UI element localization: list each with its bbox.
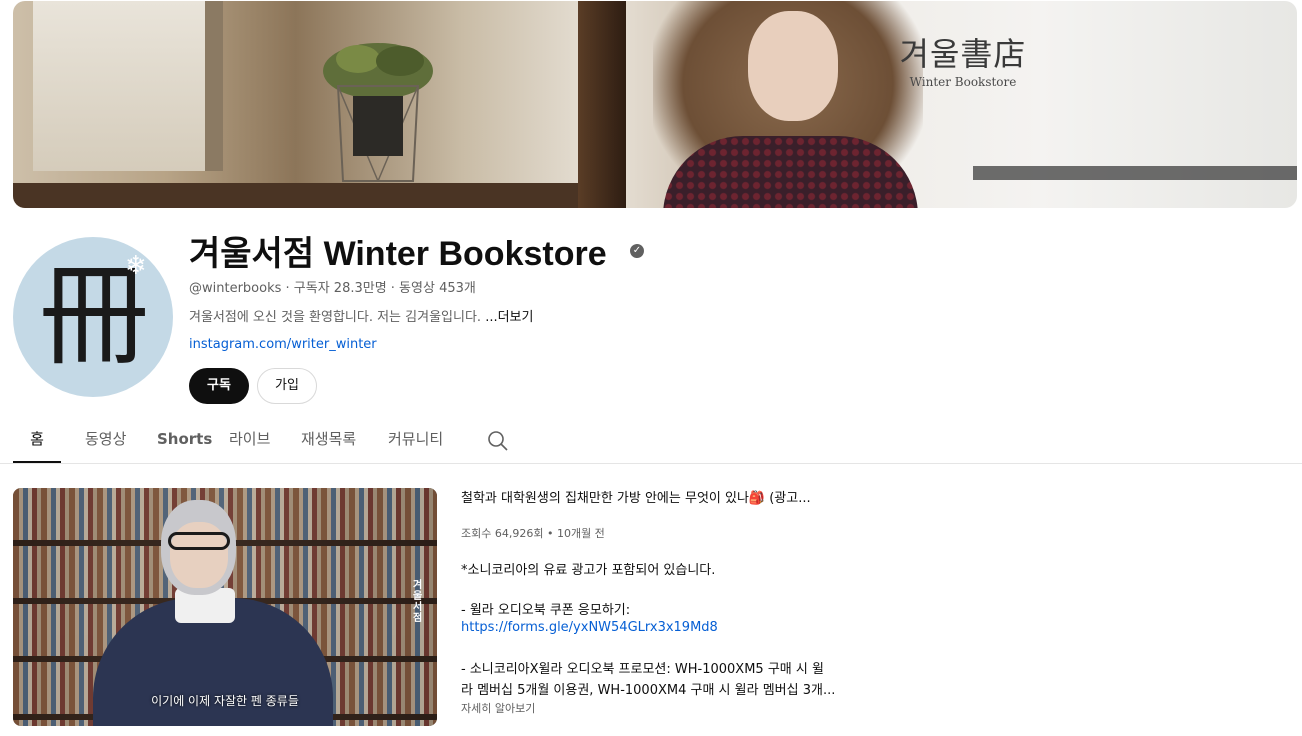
featured-video-title[interactable]: 철학과 대학원생의 집채만한 가방 안에는 무엇이 있나🎒 (광고...: [461, 487, 861, 506]
search-icon[interactable]: [487, 430, 509, 452]
video-desc-line: - 소니코리아X윌라 오디오북 프로모션: WH-1000XM5 구매 시 윌: [461, 662, 824, 677]
plant-pot-image: [323, 43, 433, 182]
thumbnail-glasses: [168, 532, 230, 550]
banner-title-en: Winter Bookstore: [909, 75, 1017, 89]
channel-link[interactable]: instagram.com/writer_winter: [189, 337, 377, 352]
banner-window: [33, 1, 223, 171]
video-desc-line: 라 멤버십 5개월 이용권, WH-1000XM4 구매 시 윌라 멤버십 3개…: [461, 683, 836, 698]
channel-avatar[interactable]: 冊 ❄: [13, 237, 173, 397]
tab-home[interactable]: 홈: [13, 420, 61, 463]
verified-check-icon: ✓: [630, 244, 644, 258]
video-desc-line: - 윌라 오디오북 쿠폰 응모하기:: [461, 603, 631, 618]
tab-playlists[interactable]: 재생목록: [301, 420, 356, 463]
banner-title-ko: 겨울書店: [899, 35, 1027, 73]
featured-video-thumbnail[interactable]: 겨울서점 이기에 이제 자잘한 펜 종류들: [13, 488, 437, 726]
thumbnail-side-tag: 겨울서점: [413, 580, 423, 624]
channel-name: 겨울서점 Winter Bookstore: [189, 235, 607, 273]
video-desc-link[interactable]: https://forms.gle/yxNW54GLrx3x19Md8: [461, 620, 861, 635]
channel-description[interactable]: 겨울서점에 오신 것을 환영합니다. 저는 김겨울입니다. ...더보기: [189, 306, 533, 325]
tab-live[interactable]: 라이브: [229, 420, 270, 463]
channel-meta: @winterbooks · 구독자 28.3만명 · 동영상 453개: [189, 281, 476, 296]
channel-description-text: 겨울서점에 오신 것을 환영합니다. 저는 김겨울입니다.: [189, 310, 482, 325]
tabs-divider: [0, 463, 1302, 464]
snowflake-icon: ❄: [125, 251, 147, 281]
featured-video-meta: 조회수 64,926회 • 10개월 전: [461, 527, 605, 540]
banner-railing: [973, 166, 1297, 180]
banner-door-frame: [578, 1, 626, 208]
join-button[interactable]: 가입: [257, 368, 317, 404]
tab-shorts[interactable]: Shorts: [157, 420, 212, 463]
banner-shelf: [13, 183, 623, 208]
banner-person-dress: [663, 136, 918, 208]
learn-more-link[interactable]: 자세히 알아보기: [461, 700, 535, 716]
description-more-link[interactable]: ...더보기: [485, 310, 533, 325]
channel-banner: 겨울書店 Winter Bookstore: [13, 1, 1297, 208]
tab-videos[interactable]: 동영상: [85, 420, 126, 463]
video-desc-line: *소니코리아의 유료 광고가 포함되어 있습니다.: [461, 563, 716, 578]
subscribe-button[interactable]: 구독: [189, 368, 249, 404]
tab-community[interactable]: 커뮤니티: [388, 420, 443, 463]
thumbnail-caption: 이기에 이제 자잘한 펜 종류들: [151, 694, 299, 708]
banner-person-face: [748, 11, 838, 121]
